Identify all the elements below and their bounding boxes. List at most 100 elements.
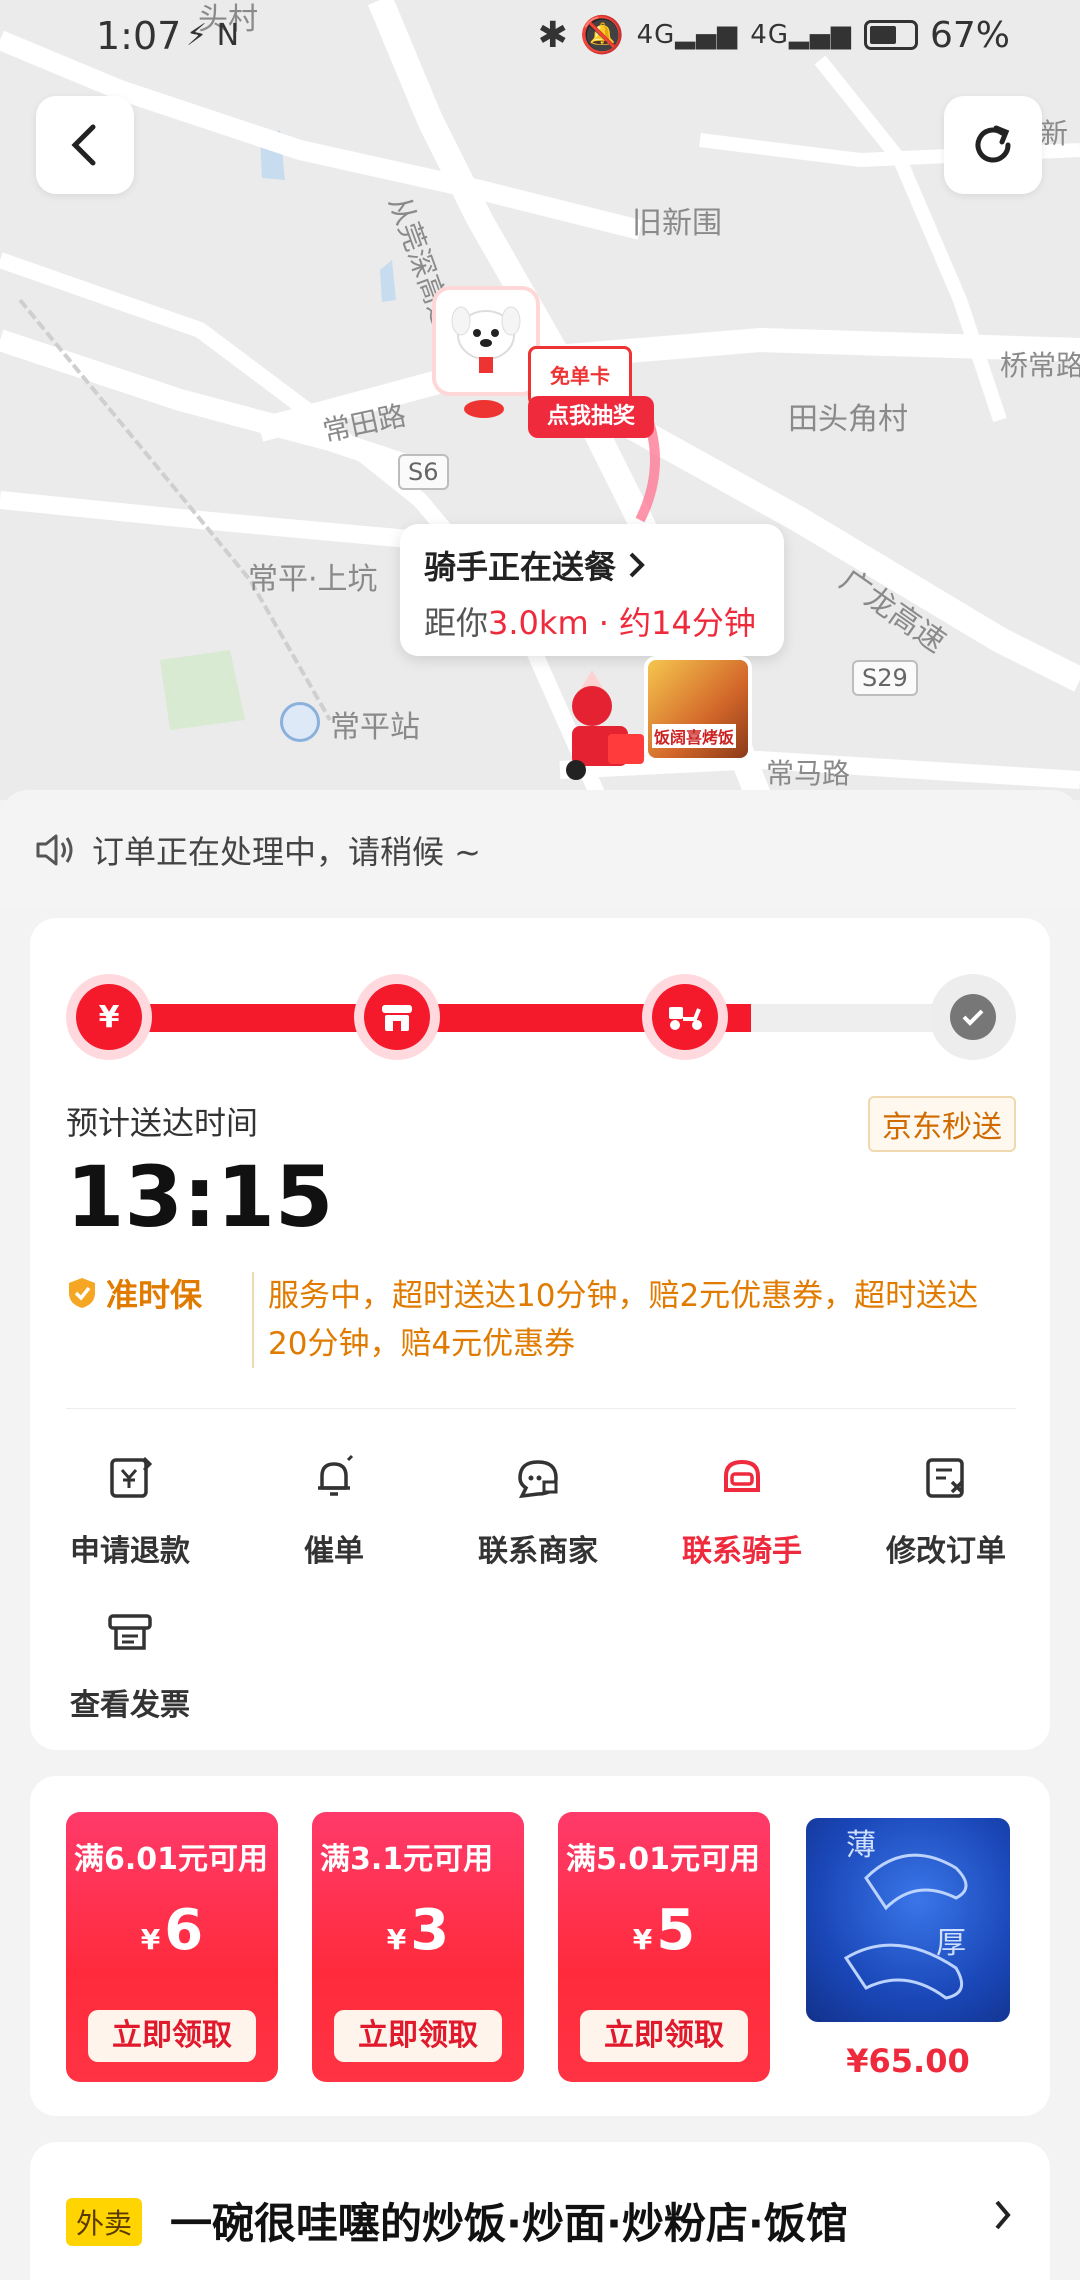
claim-coupon-button[interactable]: 立即领取 xyxy=(580,2010,748,2062)
road-tag: S6 xyxy=(398,454,449,490)
mute-icon: 🔕 xyxy=(579,15,625,56)
coupon-amount-row: ¥3 xyxy=(312,1898,524,1963)
step-paid: ¥ xyxy=(66,974,152,1060)
coupon-condition: 满3.1元可用 xyxy=(320,1842,494,1877)
station-icon xyxy=(280,702,320,742)
ontime-title: 准时保 xyxy=(106,1276,203,1314)
net-type: 4G xyxy=(750,20,789,50)
battery-icon xyxy=(863,20,918,50)
divider xyxy=(66,1408,1016,1409)
order-notice: 订单正在处理中，请稍候 ~ xyxy=(0,790,1080,910)
status-left-icons: ⚡ N xyxy=(186,18,240,53)
urge-order-button[interactable]: 催单 xyxy=(234,1448,434,1570)
action-label: 申请退款 xyxy=(70,1534,190,1569)
shop-name[interactable]: 一碗很哇噻的炒饭·炒面·炒粉店·饭馆 xyxy=(170,2190,990,2251)
action-label: 查看发票 xyxy=(70,1688,190,1723)
refresh-button[interactable] xyxy=(944,96,1042,194)
mascot-shadow xyxy=(464,400,504,418)
rider-icon xyxy=(724,1459,760,1492)
chevron-right-icon xyxy=(629,552,645,578)
contact-rider-button[interactable]: 联系骑手 xyxy=(642,1448,842,1570)
coupon-amount: 6 xyxy=(164,1898,204,1963)
map-label: 常平站 xyxy=(330,710,420,745)
coupon-amount-row: ¥6 xyxy=(66,1898,278,1963)
step-merchant xyxy=(354,974,440,1060)
action-label: 联系商家 xyxy=(478,1534,598,1569)
product-price: ¥65.00 xyxy=(846,2042,970,2080)
coupon-item[interactable]: 满5.01元可用 ¥5 立即领取 xyxy=(558,1812,770,2082)
ontime-description: 服务中，超时送达10分钟，赔2元优惠券，超时送达20分钟，赔4元优惠券 xyxy=(252,1272,1012,1368)
road-tag: S29 xyxy=(852,660,918,696)
signal-icon: 4G▂▄▆ xyxy=(750,20,852,50)
map-view[interactable]: 头村 旧新围 从莞深高速 常田路 桥常路 田头角村 常平·上坑 广龙高速 常平站… xyxy=(0,0,1080,800)
map-label: 新 xyxy=(1040,117,1069,150)
food-thumb-text: 饭阔喜烤饭 xyxy=(652,724,737,748)
claim-coupon-button[interactable]: 立即领取 xyxy=(88,2010,256,2062)
rider-status-popup[interactable]: 骑手正在送餐 距你3.0km · 约14分钟 xyxy=(400,524,784,656)
edit-order-button[interactable]: 修改订单 xyxy=(846,1448,1046,1570)
coupon-currency: ¥ xyxy=(632,1923,653,1956)
notice-text: 订单正在处理中，请稍候 ~ xyxy=(92,833,481,871)
action-label: 联系骑手 xyxy=(682,1534,802,1569)
rider-status-title-row: 骑手正在送餐 xyxy=(424,542,760,588)
express-tag: 京东秒送 xyxy=(868,1096,1016,1152)
signal-icon: 4G▂▄▆ xyxy=(636,20,739,50)
check-icon xyxy=(962,1009,984,1026)
speaker-icon xyxy=(36,834,73,866)
step-delivering xyxy=(642,974,728,1060)
coupon-item[interactable]: 满6.01元可用 ¥6 立即领取 xyxy=(66,1812,278,2082)
edit-order-icon xyxy=(926,1458,964,1498)
status-right: ✱ 🔕 4G▂▄▆ 4G▂▄▆ 67% xyxy=(537,14,1010,57)
map-label: 桥常路 xyxy=(1000,349,1080,382)
refund-button[interactable]: 申请退款 xyxy=(30,1448,230,1570)
coupon-item[interactable]: 满3.1元可用 ¥3 立即领取 xyxy=(312,1812,524,2082)
coupon-condition: 满6.01元可用 xyxy=(74,1842,269,1877)
lottery-button[interactable]: 点我抽奖 xyxy=(528,396,654,438)
eta-time: 13:15 xyxy=(66,1148,334,1246)
status-bar: 1:07 ⚡ N ✱ 🔕 4G▂▄▆ 4G▂▄▆ 67% xyxy=(0,0,1080,74)
back-button[interactable] xyxy=(36,96,134,194)
chevron-left-icon xyxy=(71,124,96,166)
aligner-icon xyxy=(843,1853,968,2000)
coupon-amount: 3 xyxy=(410,1898,450,1963)
coupon-currency: ¥ xyxy=(140,1923,161,1956)
view-invoice-button[interactable]: 查看发票 xyxy=(30,1602,230,1724)
map-label: 常马路 xyxy=(766,757,851,790)
scooter-icon xyxy=(669,1007,702,1030)
bell-icon xyxy=(318,1454,354,1496)
invoice-icon xyxy=(108,1614,152,1650)
bluetooth-icon: ✱ xyxy=(537,14,568,56)
chevron-right-icon[interactable] xyxy=(992,2198,1014,2232)
net-type: 4G xyxy=(636,20,676,50)
shop-card[interactable]: 外卖 一碗很哇噻的炒饭·炒面·炒粉店·饭馆 xyxy=(30,2142,1050,2280)
coupon-condition: 满5.01元可用 xyxy=(566,1842,761,1877)
ontime-guarantee[interactable]: 准时保 xyxy=(66,1270,202,1316)
product-image[interactable]: 薄 厚 xyxy=(806,1818,1010,2022)
jd-mascot-icon[interactable] xyxy=(432,286,540,396)
action-label: 修改订单 xyxy=(886,1534,1006,1569)
rider-distance: 距你3.0km · 约14分钟 xyxy=(424,598,760,644)
distance-value: 3.0km · 约14分钟 xyxy=(488,604,756,642)
claim-coupon-button[interactable]: 立即领取 xyxy=(334,2010,502,2062)
distance-prefix: 距你 xyxy=(424,604,489,642)
shield-check-icon xyxy=(69,1278,95,1308)
contact-merchant-button[interactable]: 联系商家 xyxy=(438,1448,638,1570)
map-label: 田头角村 xyxy=(788,402,908,437)
coupon-currency: ¥ xyxy=(386,1923,407,1956)
coupon-card: 满6.01元可用 ¥6 立即领取 满3.1元可用 ¥3 立即领取 满5.01元可… xyxy=(30,1776,1050,2116)
refresh-icon xyxy=(975,125,1011,163)
coupon-amount-row: ¥5 xyxy=(558,1898,770,1963)
map-label: 旧新围 xyxy=(632,206,722,241)
refund-icon xyxy=(110,1456,153,1498)
delivery-progress: ¥ xyxy=(66,974,1016,1062)
battery-percent: 67% xyxy=(929,14,1010,56)
yen-icon: ¥ xyxy=(98,999,120,1035)
action-label: 催单 xyxy=(304,1534,364,1569)
map-label: 常平·上坑 xyxy=(248,562,378,597)
food-thumbnail[interactable]: 饭阔喜烤饭 xyxy=(644,656,752,762)
rider-icon[interactable] xyxy=(532,660,652,780)
chat-icon xyxy=(518,1460,558,1499)
status-time: 1:07 xyxy=(96,14,182,58)
store-icon xyxy=(382,1005,412,1031)
eta-label: 预计送达时间 xyxy=(66,1104,259,1142)
